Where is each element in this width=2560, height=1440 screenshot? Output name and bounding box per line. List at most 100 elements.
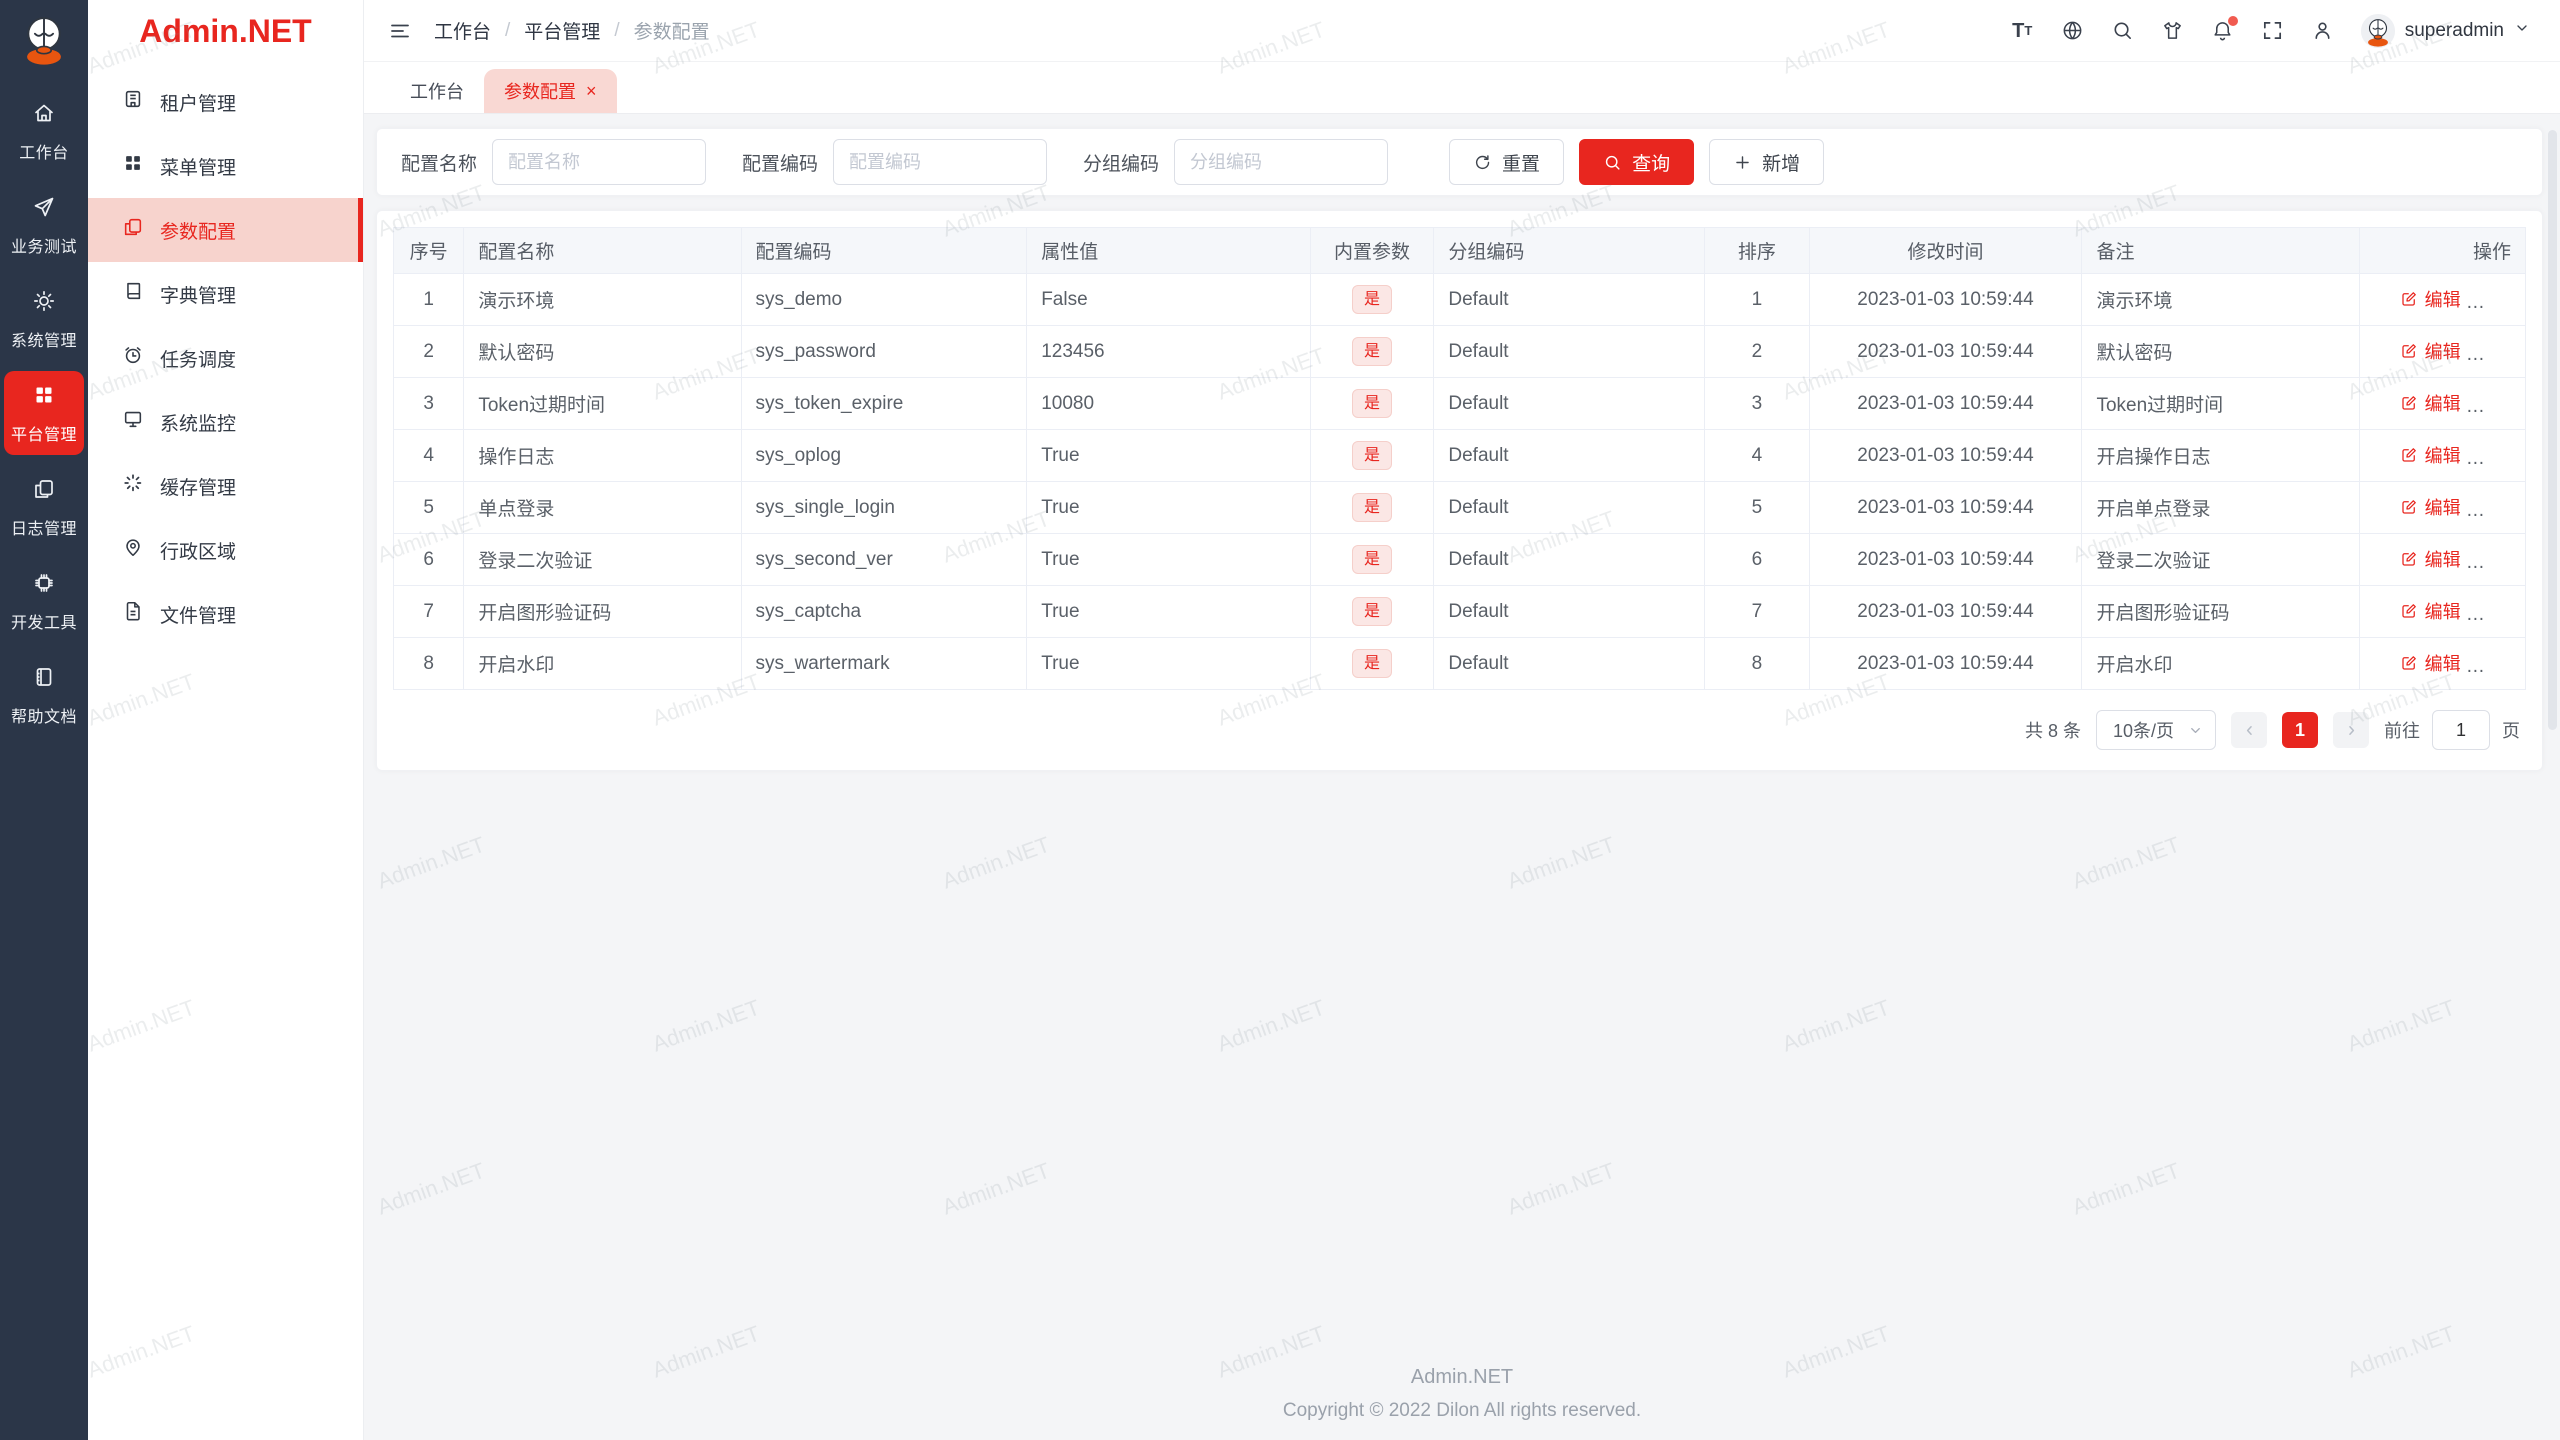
language-icon[interactable] bbox=[2061, 19, 2084, 42]
delete-label: 删除 bbox=[2517, 546, 2525, 572]
sidebar-item-region[interactable]: 行政区域 bbox=[88, 518, 363, 582]
edit-button[interactable]: 编辑 bbox=[2400, 286, 2461, 312]
next-page-button[interactable] bbox=[2333, 712, 2369, 748]
rail-item-log-mgmt[interactable]: 日志管理 bbox=[4, 465, 84, 549]
chevron-down-icon bbox=[2514, 20, 2530, 41]
add-button[interactable]: 新增 bbox=[1709, 139, 1825, 185]
brand-logo-text[interactable]: Admin.NET bbox=[88, 0, 363, 62]
delete-label: 删除 bbox=[2517, 390, 2525, 416]
footer-copyright: Copyright © 2022 Dilon All rights reserv… bbox=[1282, 1400, 1642, 1421]
table-row: 3 Token过期时间 sys_token_expire 10080 是 Def… bbox=[392, 377, 2527, 430]
config-name-label: 配置名称 bbox=[401, 153, 478, 175]
delete-label: 删除 bbox=[2517, 442, 2525, 468]
cell-seq: 7 bbox=[392, 585, 465, 638]
edit-button[interactable]: 编辑 bbox=[2400, 442, 2461, 468]
app-logo[interactable] bbox=[15, 12, 73, 70]
sidebar-item-tenant[interactable]: 租户管理 bbox=[88, 70, 363, 134]
cell-ops: 编辑 删除 bbox=[2358, 481, 2527, 534]
cell-value: True bbox=[1026, 481, 1311, 534]
sidebar-item-label: 菜单管理 bbox=[160, 157, 237, 179]
config-name-input[interactable] bbox=[492, 139, 707, 185]
cell-ops: 编辑 删除 bbox=[2358, 585, 2527, 638]
cell-group: Default bbox=[1433, 481, 1706, 534]
delete-button[interactable]: 删除 bbox=[2492, 546, 2525, 572]
person-icon[interactable] bbox=[2311, 19, 2334, 42]
sidebar-item-label: 文件管理 bbox=[160, 605, 237, 627]
sidebar-item-task-schedule[interactable]: 任务调度 bbox=[88, 326, 363, 390]
edit-button[interactable]: 编辑 bbox=[2400, 598, 2461, 624]
breadcrumb-item[interactable]: 工作台 bbox=[434, 17, 491, 44]
col-value: 属性值 bbox=[1026, 227, 1311, 274]
cell-group: Default bbox=[1433, 429, 1706, 482]
scrollbar-thumb[interactable] bbox=[2548, 130, 2557, 730]
search-icon[interactable] bbox=[2111, 19, 2134, 42]
edit-button[interactable]: 编辑 bbox=[2400, 650, 2461, 676]
edit-button[interactable]: 编辑 bbox=[2400, 546, 2461, 572]
cell-sort: 2 bbox=[1704, 325, 1810, 378]
sidebar-item-menu-mgmt[interactable]: 菜单管理 bbox=[88, 134, 363, 198]
monitor-icon bbox=[122, 408, 144, 436]
cell-remark: Token过期时间 bbox=[2081, 377, 2360, 430]
sidebar-item-config[interactable]: 参数配置 bbox=[88, 198, 363, 262]
config-code-label: 配置编码 bbox=[742, 153, 819, 175]
delete-button[interactable]: 删除 bbox=[2492, 442, 2525, 468]
filter-field-group: 分组编码 bbox=[1083, 139, 1389, 185]
user-menu[interactable]: superadmin bbox=[2360, 13, 2530, 48]
theme-icon[interactable] bbox=[2161, 19, 2184, 42]
bell-icon[interactable] bbox=[2211, 16, 2238, 42]
collapse-menu-icon[interactable] bbox=[388, 19, 412, 43]
rail-item-platform-mgmt[interactable]: 平台管理 bbox=[4, 371, 84, 455]
rail-item-label: 业务测试 bbox=[10, 239, 77, 256]
delete-button[interactable]: 删除 bbox=[2492, 338, 2524, 364]
cell-builtin: 是 bbox=[1309, 533, 1435, 586]
group-code-input[interactable] bbox=[1174, 139, 1389, 185]
fullscreen-icon[interactable] bbox=[2261, 19, 2284, 42]
rail-item-dev-tools[interactable]: 开发工具 bbox=[4, 559, 84, 643]
cell-builtin: 是 bbox=[1309, 637, 1435, 690]
prev-page-button[interactable] bbox=[2231, 712, 2267, 748]
main-area: 工作台 / 平台管理 / 参数配置 TT superadmin 工作台 参数配置… bbox=[364, 0, 2560, 1440]
rail-item-system-mgmt[interactable]: 系统管理 bbox=[4, 277, 84, 361]
tab-config[interactable]: 参数配置 × bbox=[484, 69, 617, 113]
delete-button[interactable]: 删除 bbox=[2492, 494, 2525, 520]
rail-item-business-test[interactable]: 业务测试 bbox=[4, 183, 84, 267]
sidebar-item-file-mgmt[interactable]: 文件管理 bbox=[88, 582, 363, 646]
rail-item-label: 系统管理 bbox=[10, 333, 77, 350]
page-number-1[interactable]: 1 bbox=[2282, 712, 2318, 748]
cell-group: Default bbox=[1433, 273, 1706, 326]
cell-value: True bbox=[1026, 533, 1311, 586]
delete-button[interactable]: 删除 bbox=[2492, 286, 2524, 312]
edit-button[interactable]: 编辑 bbox=[2400, 338, 2461, 364]
breadcrumb-item[interactable]: 平台管理 bbox=[524, 17, 600, 44]
sidebar-item-system-monitor[interactable]: 系统监控 bbox=[88, 390, 363, 454]
goto-page-input[interactable] bbox=[2432, 710, 2490, 750]
cell-time: 2023-01-03 10:59:44 bbox=[1808, 533, 2083, 586]
tab-close-icon[interactable]: × bbox=[586, 82, 597, 100]
edit-button[interactable]: 编辑 bbox=[2400, 390, 2461, 416]
cell-sort: 6 bbox=[1704, 533, 1810, 586]
cell-code: sys_token_expire bbox=[740, 377, 1028, 430]
delete-button[interactable]: 删除 bbox=[2492, 390, 2525, 416]
cell-builtin: 是 bbox=[1309, 377, 1435, 430]
config-code-input[interactable] bbox=[833, 139, 1048, 185]
sidebar-item-dict[interactable]: 字典管理 bbox=[88, 262, 363, 326]
tab-workbench[interactable]: 工作台 bbox=[390, 69, 484, 113]
col-name: 配置名称 bbox=[463, 227, 742, 274]
builtin-badge: 是 bbox=[1352, 284, 1393, 315]
cell-value: 123456 bbox=[1026, 325, 1311, 378]
delete-button[interactable]: 删除 bbox=[2492, 650, 2524, 676]
page-size-select[interactable]: 10条/页 bbox=[2096, 710, 2216, 750]
delete-button[interactable]: 删除 bbox=[2492, 598, 2524, 624]
sidebar-item-label: 缓存管理 bbox=[160, 477, 237, 499]
table-row: 1 演示环境 sys_demo False 是 Default 1 2023-0… bbox=[392, 273, 2527, 326]
search-button[interactable]: 查询 bbox=[1579, 139, 1695, 185]
font-size-icon[interactable]: TT bbox=[2011, 19, 2034, 42]
sidebar-item-cache[interactable]: 缓存管理 bbox=[88, 454, 363, 518]
delete-label: 删除 bbox=[2517, 494, 2525, 520]
col-seq: 序号 bbox=[392, 227, 465, 274]
rail-item-workbench[interactable]: 工作台 bbox=[4, 89, 84, 173]
rail-item-help-docs[interactable]: 帮助文档 bbox=[4, 653, 84, 737]
edit-button[interactable]: 编辑 bbox=[2400, 494, 2461, 520]
cell-code: sys_oplog bbox=[740, 429, 1028, 482]
reset-button[interactable]: 重置 bbox=[1449, 139, 1565, 185]
